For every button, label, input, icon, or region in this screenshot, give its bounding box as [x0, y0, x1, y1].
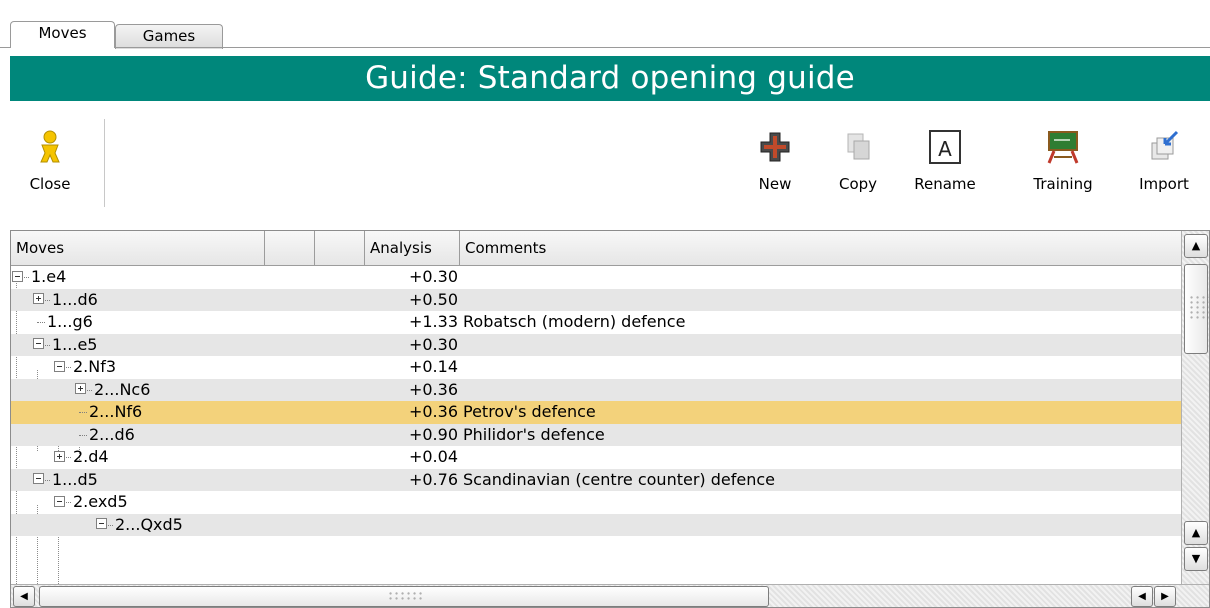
scroll-right-button[interactable]: ▶ — [1154, 586, 1176, 607]
guide-title: Guide: Standard opening guide — [10, 56, 1210, 101]
expand-icon[interactable] — [75, 383, 86, 394]
table-row[interactable]: 2...d6 +0.90 Philidor's defence — [11, 423, 1181, 446]
plus-icon — [760, 132, 790, 162]
comment-cell: Robatsch (modern) defence — [463, 312, 686, 331]
scroll-left-button[interactable]: ◀ — [13, 586, 35, 607]
scroll-up-button[interactable]: ▲ — [1184, 521, 1208, 545]
scroll-down-button[interactable]: ▼ — [1184, 547, 1208, 571]
scroll-left-end-button[interactable]: ◀ — [1131, 586, 1153, 607]
toolbar-separator — [104, 119, 105, 207]
rename-button[interactable]: A Rename — [910, 129, 980, 193]
move-cell: 1...e5 — [52, 334, 98, 354]
comment-cell: Philidor's defence — [463, 424, 605, 444]
move-cell: 1...g6 — [47, 312, 93, 331]
collapse-icon[interactable] — [96, 518, 107, 529]
analysis-cell: +0.04 — [408, 447, 458, 466]
analysis-cell: +0.30 — [408, 267, 458, 286]
copy-label: Copy — [838, 175, 878, 193]
grid-header: Moves Analysis Comments — [11, 231, 1181, 266]
table-row[interactable]: 2...Nc6 +0.36 — [11, 378, 1181, 401]
column-header-blank-2[interactable] — [315, 231, 365, 266]
import-icon — [1151, 130, 1179, 160]
move-cell: 1...d5 — [52, 469, 98, 489]
import-button[interactable]: Import — [1134, 129, 1194, 193]
table-row[interactable]: 2.exd5 — [11, 491, 1181, 514]
table-row[interactable]: 1.e4 +0.30 — [11, 266, 1181, 289]
collapse-icon[interactable] — [12, 270, 23, 282]
analysis-cell: +0.36 — [408, 379, 458, 399]
collapse-icon[interactable] — [54, 360, 65, 372]
horizontal-scroll-thumb[interactable]: ∙∙∙∙∙∙ ∙∙∙∙∙∙ — [39, 586, 769, 607]
expand-icon[interactable] — [54, 450, 65, 462]
moves-grid: Moves Analysis Comments 1.e4 +0.30 1...d… — [10, 230, 1210, 608]
analysis-cell: +0.36 — [408, 402, 458, 421]
chalkboard-icon — [1047, 131, 1079, 164]
table-row[interactable]: 2...Qxd5 — [11, 513, 1181, 536]
tab-divider — [0, 47, 1210, 48]
import-label: Import — [1139, 175, 1189, 193]
move-cell: 2...Nc6 — [94, 379, 151, 399]
table-row[interactable]: 2.Nf3 +0.14 — [11, 356, 1181, 379]
analysis-cell: +0.50 — [408, 289, 458, 309]
move-cell: 2...Nf6 — [89, 402, 143, 421]
expand-icon[interactable] — [33, 293, 44, 304]
move-cell: 1.e4 — [31, 267, 67, 286]
move-cell: 1...d6 — [52, 289, 98, 309]
tree-line — [58, 528, 59, 584]
move-cell: 2.Nf3 — [73, 357, 117, 376]
rename-A-icon: A — [929, 130, 961, 164]
toolbar: Close New Copy A Rename Training Import — [10, 101, 1210, 218]
move-cell: 2...d6 — [89, 424, 135, 444]
training-label: Training — [1033, 175, 1093, 193]
analysis-cell: +0.14 — [408, 357, 458, 376]
vertical-scroll-thumb[interactable]: ∙∙∙∙∙∙∙∙∙∙∙∙∙∙∙∙∙∙∙∙∙∙∙∙∙ — [1184, 264, 1209, 354]
training-button[interactable]: Training — [1023, 129, 1103, 193]
scroll-up-top-button[interactable]: ▲ — [1184, 234, 1208, 258]
table-row[interactable]: 1...e5 +0.30 — [11, 333, 1181, 356]
column-header-analysis[interactable]: Analysis — [365, 231, 460, 266]
new-button[interactable]: New — [750, 129, 800, 193]
move-cell: 2...Qxd5 — [115, 514, 183, 534]
move-cell: 2.exd5 — [73, 492, 128, 511]
analysis-cell: +0.76 — [408, 469, 458, 489]
tab-games[interactable]: Games — [115, 24, 223, 49]
grip-icon: ∙∙∙∙∙∙∙∙∙∙∙∙∙∙∙∙∙∙∙∙∙∙∙∙∙ — [1189, 293, 1209, 322]
grid-rows: 1.e4 +0.30 1...d6 +0.50 1...g6 +1.33 Rob… — [11, 266, 1181, 584]
comment-cell: Scandinavian (centre counter) defence — [463, 469, 775, 489]
column-header-moves[interactable]: Moves — [11, 231, 265, 266]
close-person-icon — [40, 130, 60, 163]
collapse-icon[interactable] — [54, 495, 65, 507]
tab-moves[interactable]: Moves — [10, 21, 115, 48]
collapse-icon[interactable] — [33, 338, 44, 349]
column-header-comments[interactable]: Comments — [460, 231, 1181, 266]
grip-icon: ∙∙∙∙∙∙ ∙∙∙∙∙∙ — [388, 589, 425, 603]
tab-strip: Moves Games — [0, 0, 1210, 49]
analysis-cell: +0.90 — [408, 424, 458, 444]
comment-cell: Petrov's defence — [463, 402, 596, 421]
copy-icon — [847, 133, 870, 160]
rename-label: Rename — [914, 175, 976, 193]
analysis-cell: +1.33 — [408, 312, 458, 331]
close-label: Close — [29, 175, 71, 193]
vertical-scrollbar[interactable]: ▲ ∙∙∙∙∙∙∙∙∙∙∙∙∙∙∙∙∙∙∙∙∙∙∙∙∙ ▲ ▼ — [1181, 231, 1209, 584]
table-row[interactable]: 1...g6 +1.33 Robatsch (modern) defence — [11, 311, 1181, 334]
table-row[interactable]: 1...d5 +0.76 Scandinavian (centre counte… — [11, 468, 1181, 491]
table-row[interactable]: 2.d4 +0.04 — [11, 446, 1181, 469]
horizontal-scrollbar[interactable]: ◀ ∙∙∙∙∙∙ ∙∙∙∙∙∙ ◀ ▶ — [11, 584, 1209, 607]
table-row[interactable]: 1...d6 +0.50 — [11, 288, 1181, 311]
move-cell: 2.d4 — [73, 447, 109, 466]
table-row-selected[interactable]: 2...Nf6 +0.36 Petrov's defence — [11, 401, 1181, 424]
copy-button[interactable]: Copy — [832, 129, 884, 193]
new-label: New — [758, 175, 792, 193]
svg-text:A: A — [938, 137, 952, 161]
column-header-blank-1[interactable] — [265, 231, 315, 266]
close-button[interactable]: Close — [20, 129, 80, 193]
collapse-icon[interactable] — [33, 473, 44, 484]
analysis-cell: +0.30 — [408, 334, 458, 354]
